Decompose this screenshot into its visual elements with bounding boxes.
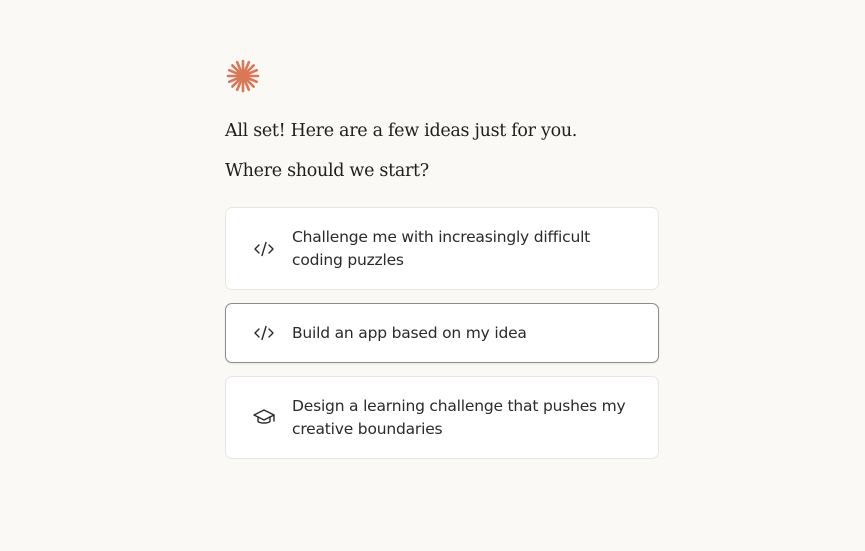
main-content: All set! Here are a few ideas just for y… xyxy=(225,58,659,472)
suggestion-card-build-app[interactable]: Build an app based on my idea xyxy=(225,303,659,363)
sparkle-logo-icon xyxy=(226,59,260,93)
page-headline: All set! Here are a few ideas just for y… xyxy=(225,121,578,141)
suggestion-card-learning-challenge[interactable]: Design a learning challenge that pushes … xyxy=(225,376,659,459)
suggestion-card-coding-puzzles[interactable]: Challenge me with increasingly difficult… xyxy=(225,207,659,290)
suggestion-list: Challenge me with increasingly difficult… xyxy=(225,207,659,459)
code-icon xyxy=(252,237,276,261)
suggestion-label: Design a learning challenge that pushes … xyxy=(292,396,626,438)
page-subheading: Where should we start? xyxy=(225,161,429,181)
suggestion-label: Build an app based on my idea xyxy=(292,323,527,342)
code-icon xyxy=(252,321,276,345)
graduation-cap-icon xyxy=(252,406,276,430)
onboarding-page: All set! Here are a few ideas just for y… xyxy=(0,0,865,551)
suggestion-label: Challenge me with increasingly difficult… xyxy=(292,227,591,269)
